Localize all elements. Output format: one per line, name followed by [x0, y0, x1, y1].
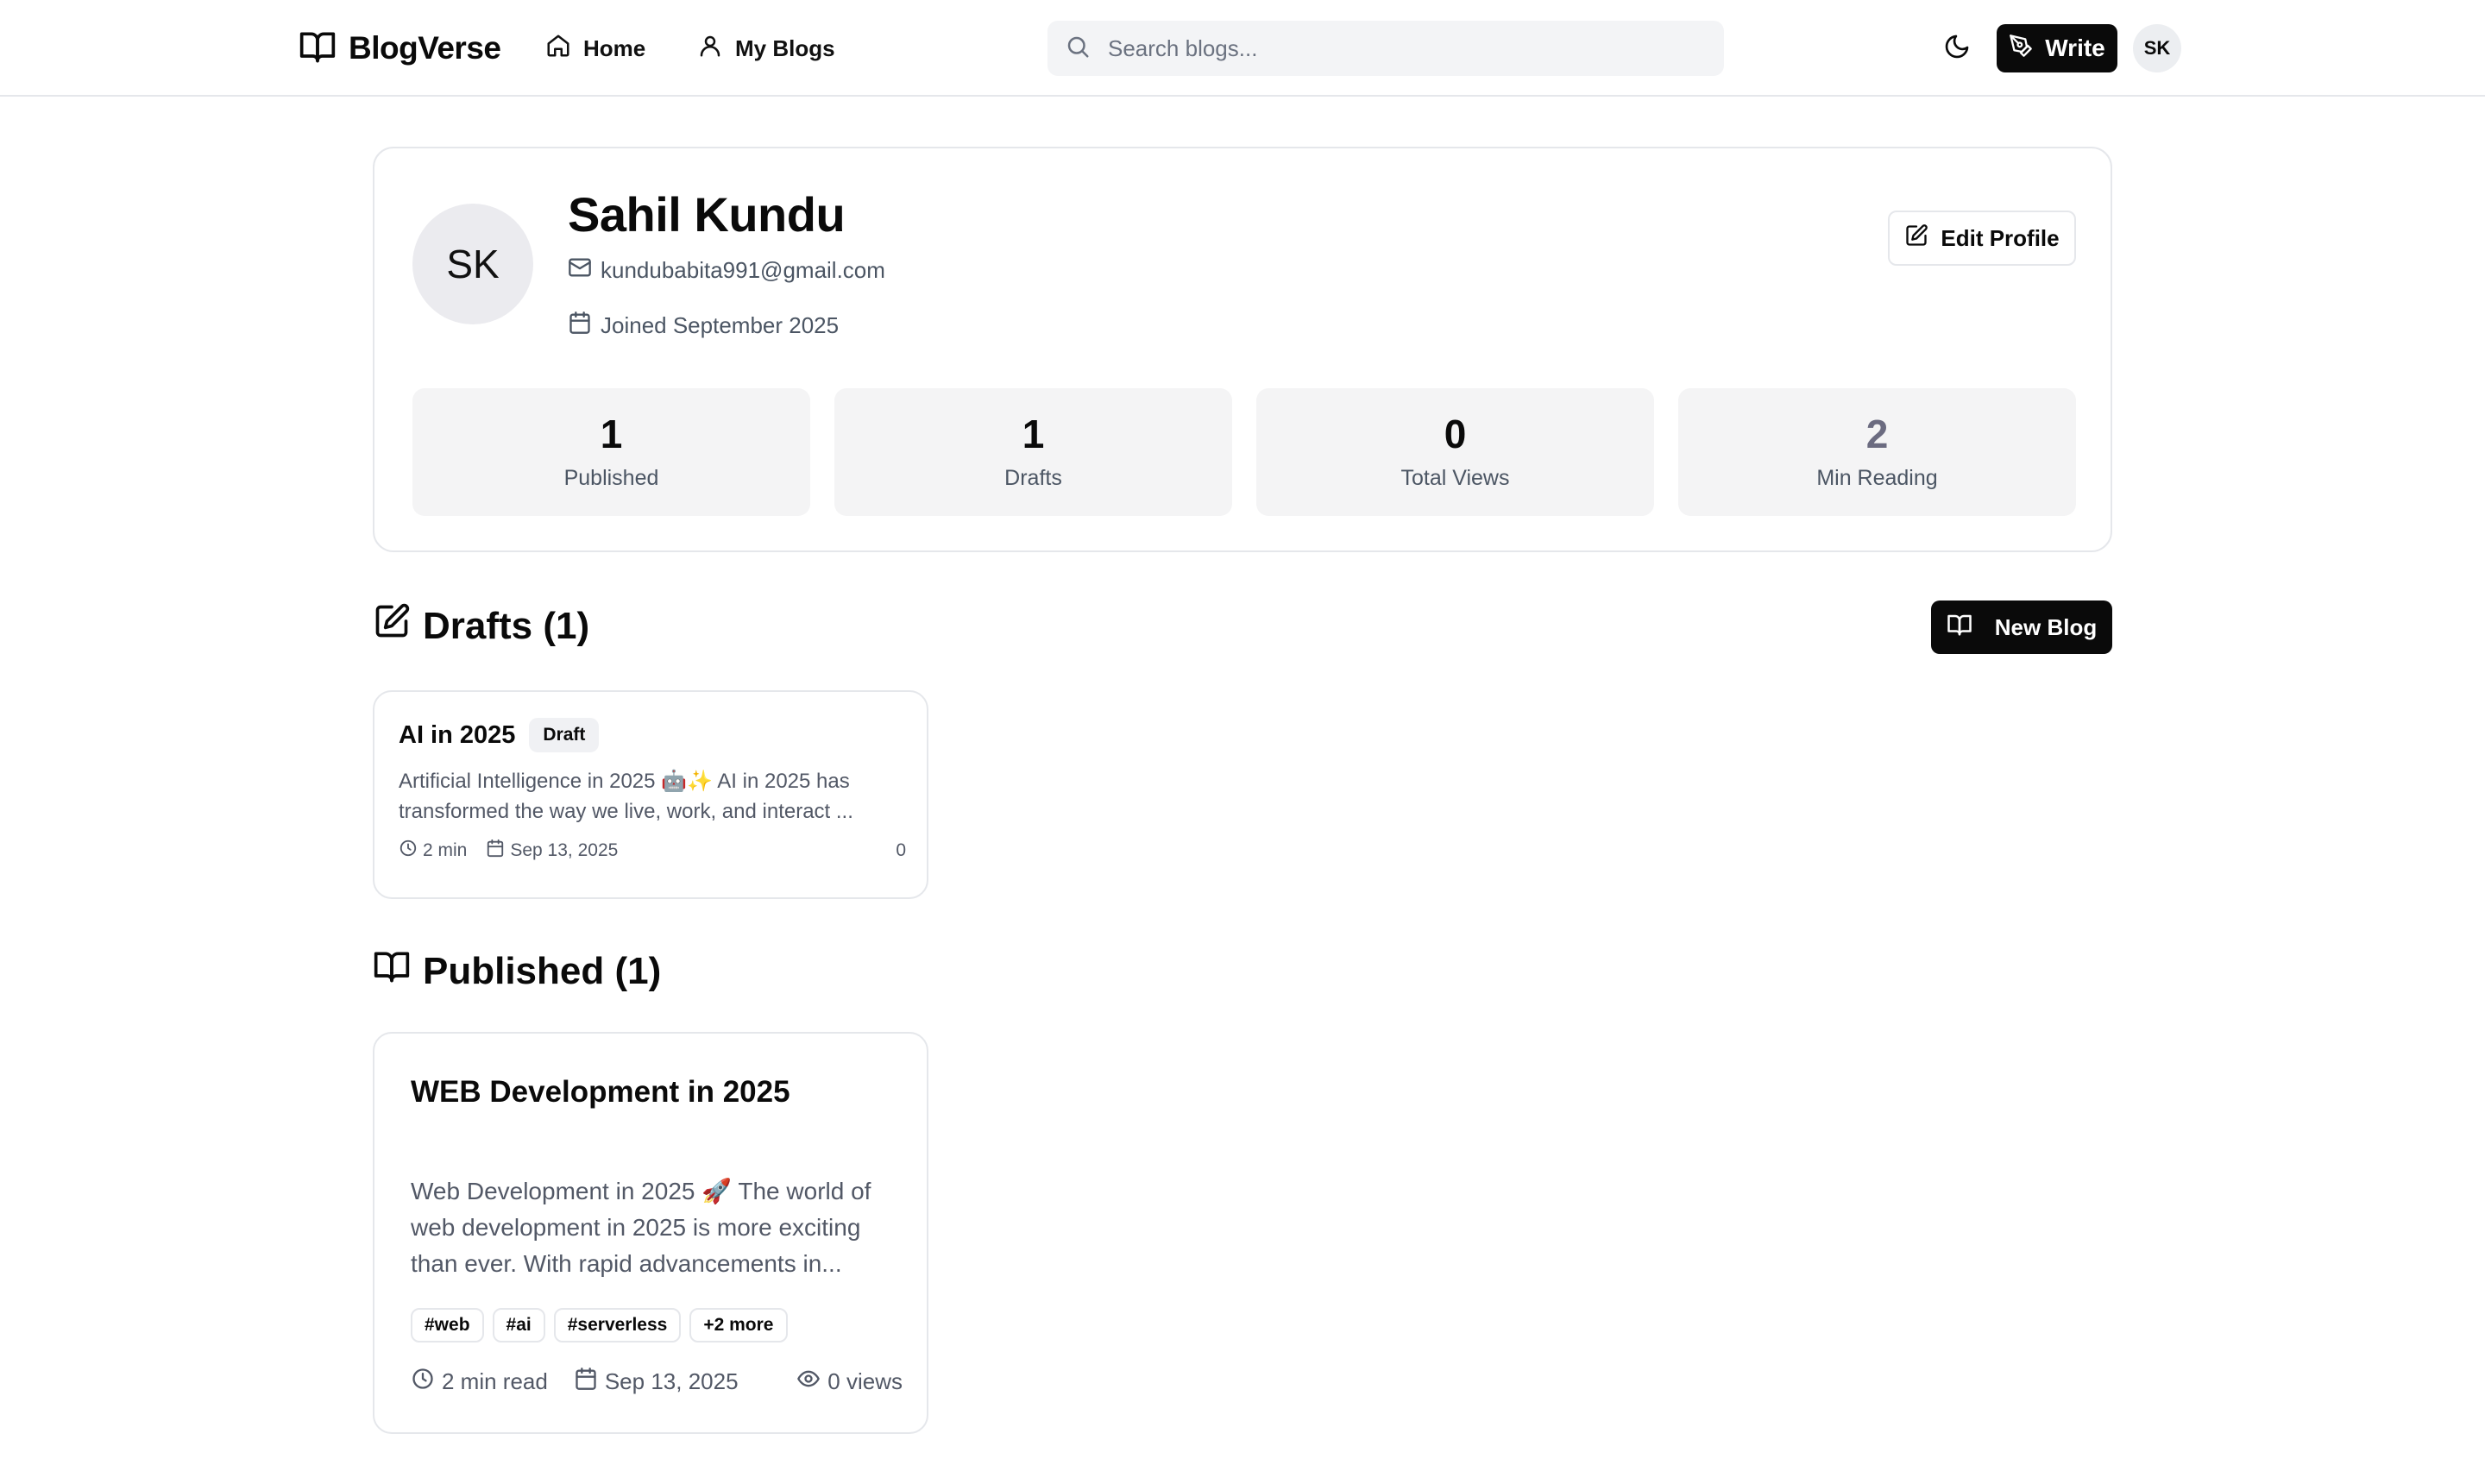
profile-email: kundubabita991@gmail.com — [568, 255, 885, 286]
profile-avatar: SK — [412, 204, 533, 324]
profile-joined: Joined September 2025 — [568, 311, 839, 341]
theme-toggle-button[interactable] — [1940, 31, 1974, 66]
stat-published: 1 Published — [412, 388, 810, 516]
new-blog-label: New Blog — [1994, 613, 2098, 640]
eye-icon — [796, 1367, 827, 1397]
stat-label: Drafts — [1004, 465, 1062, 490]
write-label: Write — [2045, 35, 2105, 61]
book-open-icon — [1947, 612, 1995, 644]
moon-icon — [1943, 33, 1971, 65]
calendar-icon — [568, 311, 601, 341]
profile-joined-text: Joined September 2025 — [601, 312, 840, 338]
published-date-text: Sep 13, 2025 — [604, 1368, 739, 1394]
tag-chip[interactable]: #ai — [492, 1308, 545, 1343]
published-blog-card[interactable]: WEB Development in 2025 Web Development … — [373, 1032, 928, 1434]
clock-icon — [411, 1367, 442, 1397]
published-heading: Published (1) — [423, 949, 662, 992]
stat-value: 2 — [1865, 411, 1889, 456]
stat-label: Min Reading — [1816, 465, 1938, 490]
published-views-text: 0 views — [827, 1368, 903, 1394]
stat-total-views: 0 Total Views — [1256, 388, 1654, 516]
stat-value: 1 — [1022, 411, 1045, 456]
pen-tool-icon — [2009, 34, 2045, 64]
home-icon — [545, 33, 583, 65]
clock-icon — [399, 839, 423, 863]
profile-email-text: kundubabita991@gmail.com — [601, 257, 885, 283]
nav-my-blogs-link[interactable]: My Blogs — [697, 29, 835, 67]
draft-meta: 2 min Sep 13, 2025 0 — [399, 839, 906, 863]
stat-label: Total Views — [1400, 465, 1510, 490]
edit-icon — [373, 602, 423, 650]
nav-my-blogs-label: My Blogs — [735, 35, 835, 61]
tag-chip[interactable]: #web — [411, 1308, 484, 1343]
stat-label: Published — [563, 465, 659, 490]
edit-profile-button[interactable]: Edit Profile — [1888, 211, 2076, 266]
top-navbar: BlogVerse Home My Blogs Write SK — [0, 0, 2485, 97]
edit-icon — [1904, 223, 1941, 254]
search-input[interactable] — [1108, 35, 1695, 62]
drafts-heading: Drafts (1) — [423, 604, 590, 647]
new-blog-button[interactable]: New Blog — [1931, 601, 2112, 654]
stat-value: 1 — [600, 411, 623, 456]
tag-more-chip[interactable]: +2 more — [689, 1308, 788, 1343]
draft-read-time-text: 2 min — [423, 840, 468, 860]
calendar-icon — [486, 839, 510, 863]
draft-date: Sep 13, 2025 — [486, 839, 618, 863]
write-button[interactable]: Write — [1997, 24, 2117, 72]
search-bar[interactable] — [1047, 21, 1724, 76]
mail-icon — [568, 255, 601, 286]
brand-logo[interactable]: BlogVerse — [299, 28, 501, 70]
published-date: Sep 13, 2025 — [574, 1367, 739, 1397]
nav-home-link[interactable]: Home — [545, 29, 645, 67]
book-open-icon — [373, 947, 423, 995]
published-section-title: Published (1) — [373, 947, 661, 995]
calendar-icon — [574, 1367, 605, 1397]
draft-read-time: 2 min — [399, 839, 467, 863]
user-avatar[interactable]: SK — [2133, 24, 2181, 72]
tag-chip[interactable]: #serverless — [553, 1308, 682, 1343]
search-icon — [1065, 34, 1091, 64]
draft-blog-card[interactable]: AI in 2025 Draft Artificial Intelligence… — [373, 690, 928, 899]
draft-views: 0 — [896, 840, 906, 860]
draft-badge: Draft — [529, 718, 600, 752]
stat-drafts: 1 Drafts — [834, 388, 1232, 516]
stat-min-reading: 2 Min Reading — [1678, 388, 2076, 516]
draft-title: AI in 2025 — [399, 720, 516, 749]
stat-value: 0 — [1444, 411, 1467, 456]
published-excerpt: Web Development in 2025 🚀 The world of w… — [411, 1178, 871, 1277]
nav-home-label: Home — [583, 35, 646, 61]
brand-name: BlogVerse — [349, 30, 501, 66]
published-read-time-text: 2 min read — [442, 1368, 548, 1394]
drafts-section-title: Drafts (1) — [373, 602, 589, 650]
profile-card: SK Sahil Kundu kundubabita991@gmail.com … — [373, 147, 2112, 552]
published-read-time: 2 min read — [411, 1367, 548, 1397]
published-tags: #web #ai #serverless +2 more — [411, 1308, 788, 1343]
published-meta: 2 min read Sep 13, 2025 0 views — [411, 1367, 903, 1397]
profile-name: Sahil Kundu — [568, 187, 846, 242]
draft-date-text: Sep 13, 2025 — [510, 840, 619, 860]
edit-profile-label: Edit Profile — [1941, 224, 2060, 251]
published-title: WEB Development in 2025 — [411, 1075, 790, 1109]
published-views: 0 views — [796, 1367, 903, 1397]
profile-stats: 1 Published 1 Drafts 0 Total Views 2 Min… — [412, 388, 2076, 516]
draft-excerpt: Artificial Intelligence in 2025 🤖✨ AI in… — [399, 770, 853, 823]
user-icon — [697, 33, 735, 65]
draft-card-header: AI in 2025 Draft — [399, 718, 600, 752]
book-open-icon — [299, 28, 337, 70]
